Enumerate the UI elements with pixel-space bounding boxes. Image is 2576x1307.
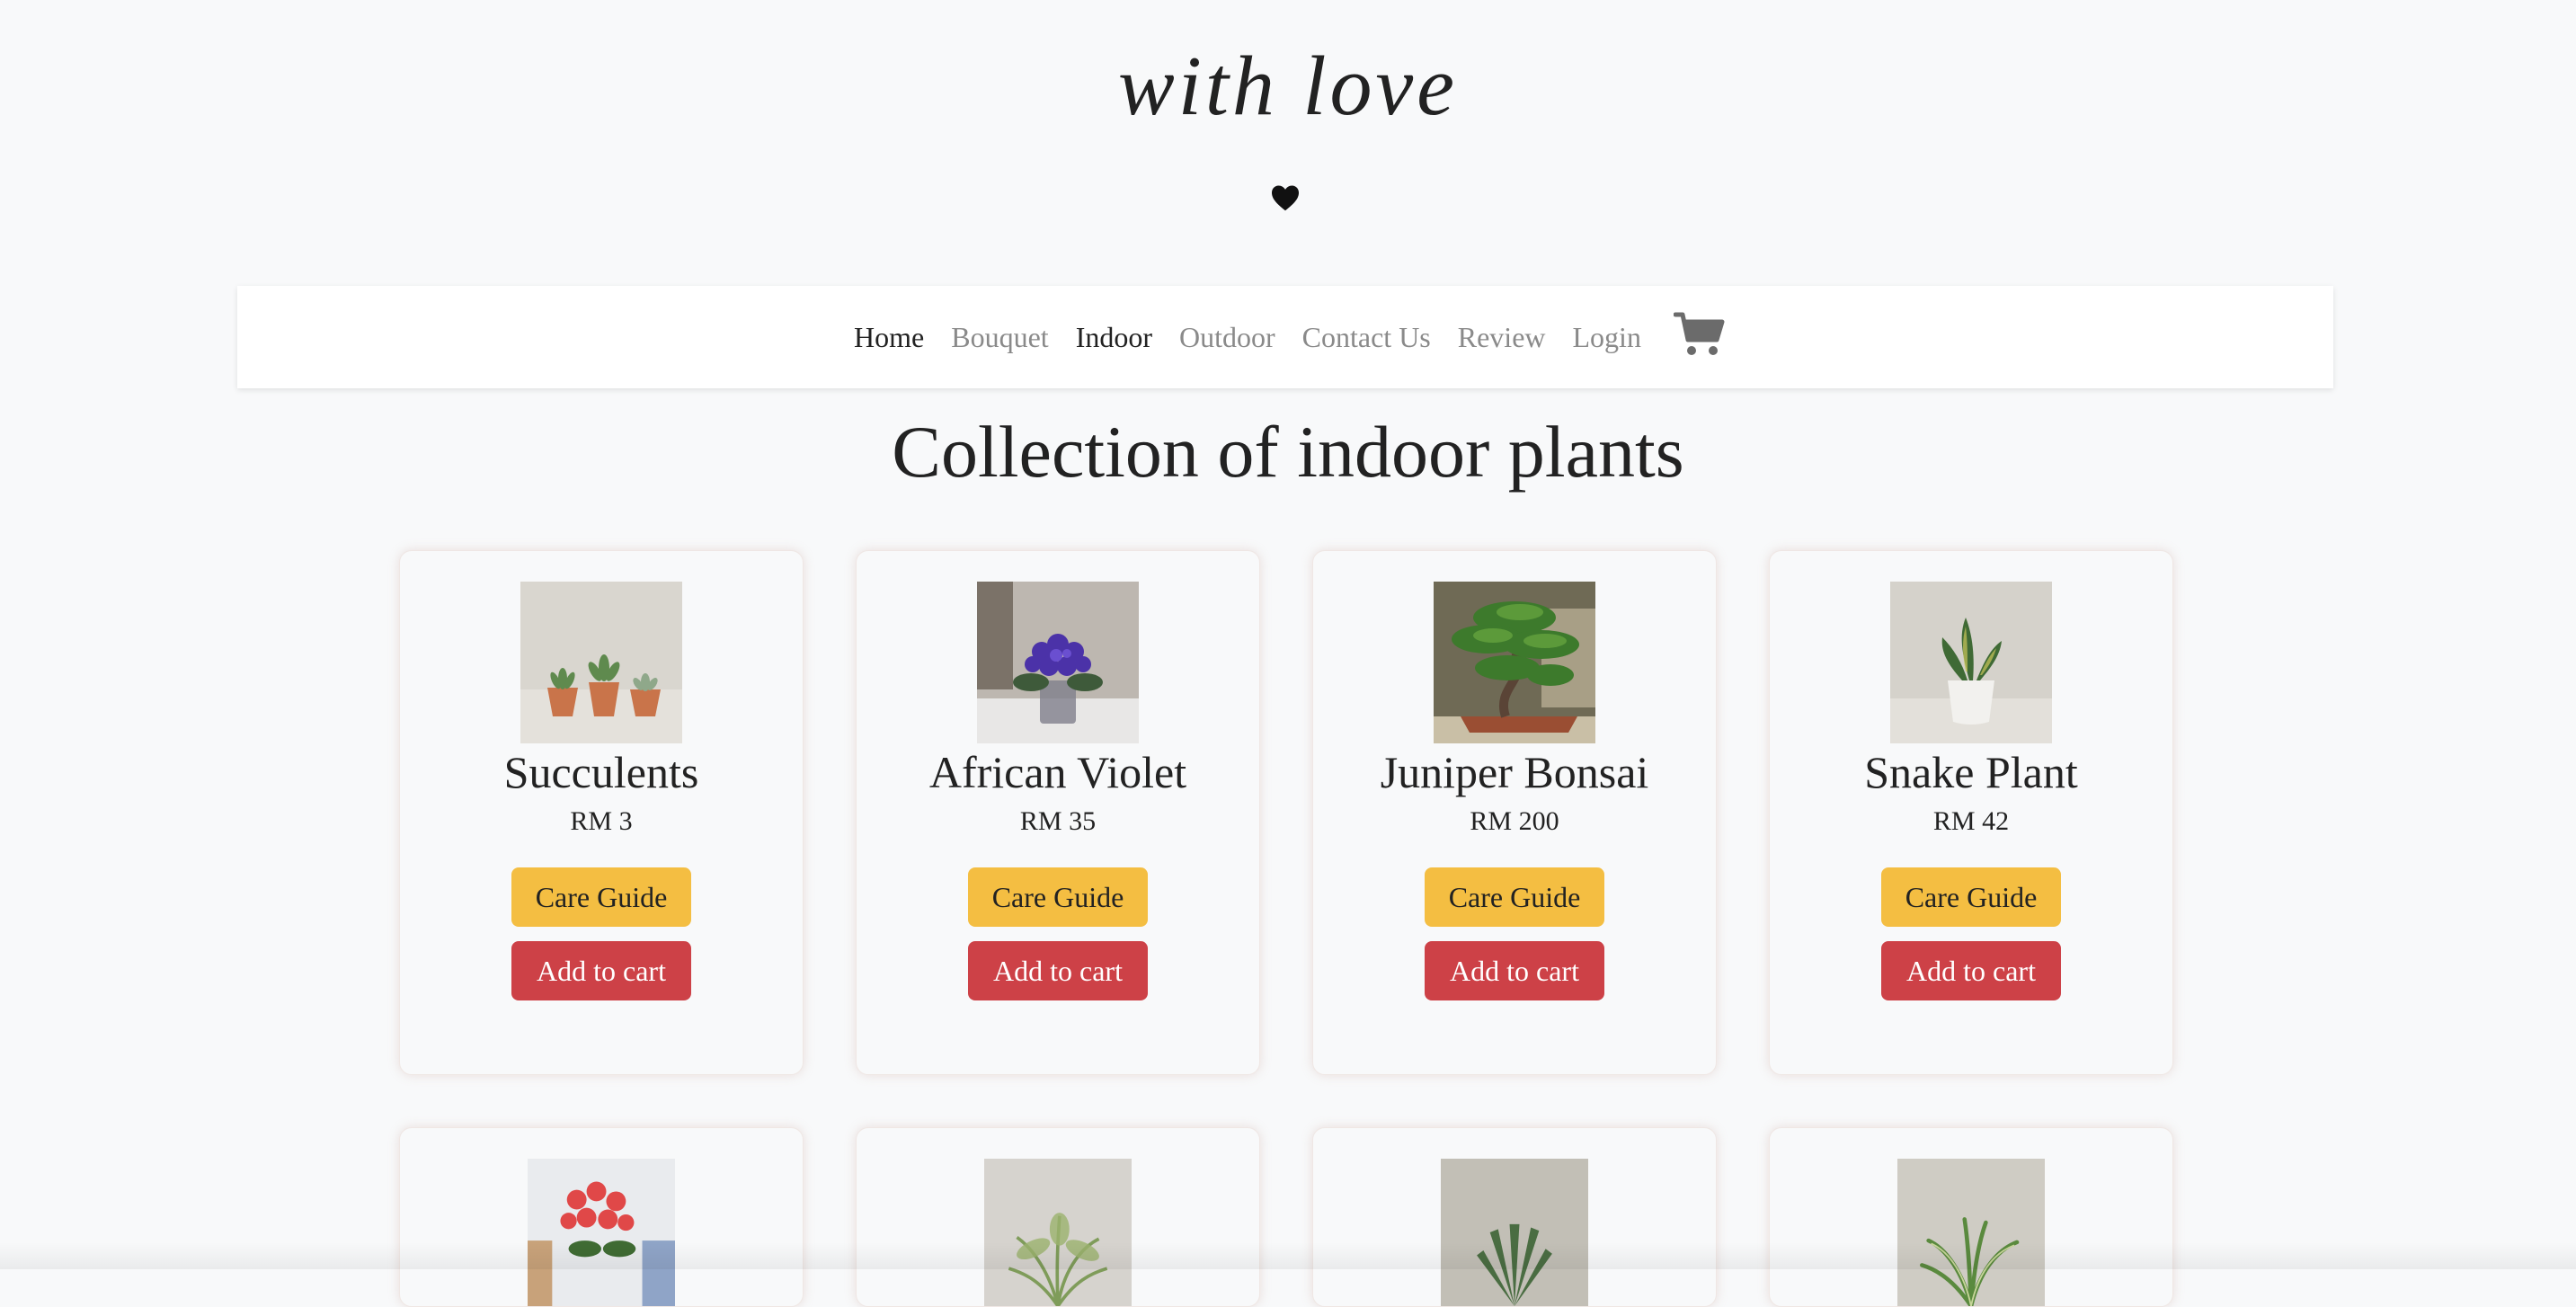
care-guide-button[interactable]: Care Guide xyxy=(1425,867,1604,927)
nav-outdoor[interactable]: Outdoor xyxy=(1179,321,1275,354)
product-price: RM 42 xyxy=(1932,806,2010,836)
add-to-cart-button[interactable]: Add to cart xyxy=(968,941,1148,1000)
red-flower-image xyxy=(528,1159,675,1306)
product-name: African Violet xyxy=(928,747,1187,797)
product-card xyxy=(399,1127,804,1307)
nav-indoor[interactable]: Indoor xyxy=(1076,321,1152,354)
nav-login[interactable]: Login xyxy=(1573,321,1641,354)
product-name: Snake Plant xyxy=(1864,747,2078,797)
product-card: African Violet RM 35 Care Guide Add to c… xyxy=(856,550,1260,1075)
product-name: Juniper Bonsai xyxy=(1380,747,1649,797)
product-card xyxy=(856,1127,1260,1307)
add-to-cart-button[interactable]: Add to cart xyxy=(1881,941,2061,1000)
nav-bouquet[interactable]: Bouquet xyxy=(951,321,1048,354)
add-to-cart-button[interactable]: Add to cart xyxy=(1425,941,1604,1000)
product-price: RM 200 xyxy=(1470,806,1559,836)
page-title: Collection of indoor plants xyxy=(892,411,1684,493)
snake-plant-image xyxy=(1890,582,2052,743)
nav-links: Home Bouquet Indoor Outdoor Contact Us R… xyxy=(854,312,1726,358)
aloe-image xyxy=(1441,1159,1588,1306)
nav-home[interactable]: Home xyxy=(854,321,924,354)
care-guide-button[interactable]: Care Guide xyxy=(968,867,1148,927)
product-card: Succulents RM 3 Care Guide Add to cart xyxy=(399,550,804,1075)
spider-plant-image xyxy=(1897,1159,2045,1306)
product-card xyxy=(1769,1127,2173,1307)
cart-icon[interactable] xyxy=(1673,311,1726,358)
juniper-bonsai-image xyxy=(1434,582,1595,743)
main-navbar: Home Bouquet Indoor Outdoor Contact Us R… xyxy=(237,286,2333,388)
brand-title: with love xyxy=(1118,40,1458,133)
product-card xyxy=(1312,1127,1717,1307)
product-price: RM 3 xyxy=(570,806,633,836)
care-guide-button[interactable]: Care Guide xyxy=(1881,867,2061,927)
bottom-shadow xyxy=(0,1242,2576,1269)
product-grid: Succulents RM 3 Care Guide Add to cart A… xyxy=(399,550,2173,1307)
product-card: Juniper Bonsai RM 200 Care Guide Add to … xyxy=(1312,550,1717,1075)
fern-image xyxy=(984,1159,1132,1306)
add-to-cart-button[interactable]: Add to cart xyxy=(511,941,691,1000)
product-card: Snake Plant RM 42 Care Guide Add to cart xyxy=(1769,550,2173,1075)
african-violet-image xyxy=(977,582,1139,743)
nav-review[interactable]: Review xyxy=(1458,321,1546,354)
heart-icon xyxy=(1272,185,1299,211)
nav-contact-us[interactable]: Contact Us xyxy=(1302,321,1431,354)
product-name: Succulents xyxy=(503,747,699,797)
product-price: RM 35 xyxy=(1019,806,1097,836)
succulents-image xyxy=(520,582,682,743)
care-guide-button[interactable]: Care Guide xyxy=(511,867,691,927)
